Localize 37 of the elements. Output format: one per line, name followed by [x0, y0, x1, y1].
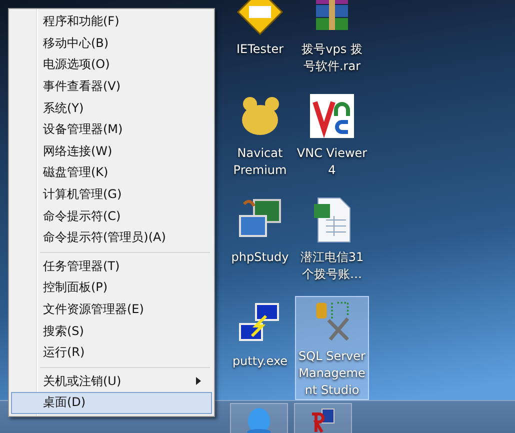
- menu-item[interactable]: 计算机管理(G): [11, 184, 212, 206]
- icon-label: Navicat Premium: [233, 145, 287, 179]
- icon-label: VNC Viewer 4: [296, 145, 368, 179]
- icon-label: 潜江电信31 个拨号账…: [300, 249, 364, 283]
- menu-item[interactable]: 桌面(D): [11, 392, 212, 414]
- menu-item[interactable]: 系统(Y): [11, 97, 212, 119]
- menu-item[interactable]: 搜索(S): [11, 320, 212, 342]
- menu-item[interactable]: 文件资源管理器(E): [11, 298, 212, 320]
- icon-label: phpStudy: [231, 249, 289, 266]
- menu-item[interactable]: 命令提示符(管理员)(A): [11, 226, 212, 249]
- desktop-icon[interactable]: putty.exe: [225, 296, 295, 400]
- menu-item[interactable]: 磁盘管理(K): [11, 162, 212, 184]
- icon-label: putty.exe: [232, 353, 288, 370]
- icon-label: 拨号vps 拨 号软件.rar: [302, 41, 362, 75]
- menu-item[interactable]: 运行(R): [11, 342, 212, 364]
- desktop-icon[interactable]: Navicat Premium: [225, 88, 295, 192]
- menu-item[interactable]: 设备管理器(M): [11, 118, 212, 141]
- icon-label: SQL Server Manageme nt Studio: [298, 348, 366, 399]
- menu-item[interactable]: 任务管理器(T): [11, 256, 212, 278]
- vnc-logo-icon: [308, 92, 356, 140]
- desktop-icon[interactable]: VNC Viewer 4: [295, 88, 369, 192]
- menu-item[interactable]: 命令提示符(C): [11, 205, 212, 227]
- icon-label: IETester: [236, 41, 284, 58]
- desktop-icon[interactable]: IETester: [225, 0, 295, 88]
- menu-item[interactable]: 网络连接(W): [11, 140, 212, 162]
- desktop-icon[interactable]: 拨号vps 拨 号软件.rar: [295, 0, 369, 88]
- taskbar-button[interactable]: [294, 403, 352, 433]
- penguin-icon: [244, 406, 274, 433]
- menu-item[interactable]: 移动中心(B): [11, 32, 212, 54]
- menu-item[interactable]: 控制面板(P): [11, 277, 212, 299]
- menu-item[interactable]: 电源选项(O): [11, 54, 212, 76]
- menu-item[interactable]: 程序和功能(F): [11, 11, 212, 33]
- menu-item[interactable]: 事件查看器(V): [11, 76, 212, 98]
- desktop-icon[interactable]: phpStudy: [225, 192, 295, 296]
- menu-item[interactable]: 关机或注销(U): [11, 370, 212, 392]
- desktop-icon[interactable]: 潜江电信31 个拨号账…: [295, 192, 369, 296]
- warning-sign-icon: [236, 0, 284, 36]
